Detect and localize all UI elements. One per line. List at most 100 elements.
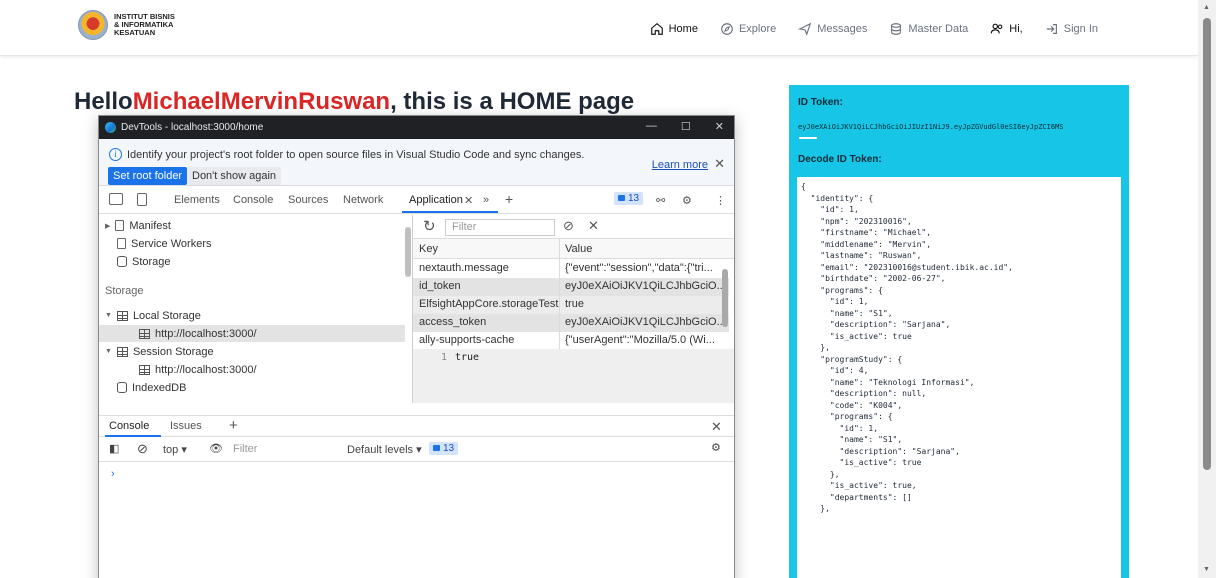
delete-selected-icon[interactable]: ✕	[588, 218, 599, 234]
table-row[interactable]: nextauth.message {"event":"session","dat…	[413, 260, 729, 278]
nav-menu: Home Explore Messages Master Data Hi, Si…	[650, 22, 1098, 36]
tab-application-close-icon[interactable]: ✕	[464, 194, 473, 207]
clear-all-icon[interactable]: ⊘	[563, 218, 574, 234]
clear-console-icon[interactable]: ⊘	[137, 441, 148, 457]
infobar-close-icon[interactable]: ✕	[714, 156, 725, 172]
tab-application[interactable]: Application	[409, 194, 463, 206]
column-value-header[interactable]: Value	[565, 243, 592, 255]
drawer-tabbar: Console Issues + ✕	[99, 415, 734, 437]
more-tabs-icon[interactable]: »	[483, 194, 489, 206]
drawer-add-tab-icon[interactable]: +	[229, 417, 238, 434]
nav-sign-in-label: Sign In	[1063, 23, 1098, 35]
tree-item-storage[interactable]: Storage	[117, 253, 171, 270]
tree-item-session-storage[interactable]: ▼ Session Storage	[105, 343, 214, 360]
table-scrollbar[interactable]	[722, 269, 728, 327]
refresh-icon[interactable]: ↻	[423, 217, 436, 235]
page-title: HelloMichaelMervinRuswan, this is a HOME…	[74, 88, 634, 116]
collapse-arrow-icon[interactable]: ▼	[105, 312, 112, 319]
brand-name: INSTITUT BISNIS & INFORMATIKA KESATUAN	[114, 13, 175, 37]
brand-logo[interactable]: INSTITUT BISNIS & INFORMATIKA KESATUAN	[78, 10, 175, 40]
drawer-tab-issues[interactable]: Issues	[170, 420, 202, 432]
drawer-close-icon[interactable]: ✕	[711, 419, 722, 435]
heading-suffix: , this is a HOME page	[390, 88, 635, 115]
console-filter-input[interactable]: Filter	[233, 443, 257, 455]
application-sidebar: ▶ Manifest Service Workers Storage Stora…	[99, 215, 413, 403]
log-levels-dropdown[interactable]: Default levels ▾	[347, 443, 422, 456]
expand-arrow-icon[interactable]: ▶	[105, 222, 110, 230]
application-panel: ▶ Manifest Service Workers Storage Stora…	[99, 215, 734, 403]
storage-filter-input[interactable]: Filter	[445, 219, 555, 236]
console-prompt-icon[interactable]: ›	[111, 468, 115, 480]
inspect-element-icon[interactable]	[109, 193, 123, 205]
infobar-text: Identify your project's root folder to o…	[127, 148, 585, 161]
maximize-icon[interactable]: ☐	[681, 120, 691, 133]
row-key: access_token	[419, 316, 487, 328]
nav-home[interactable]: Home	[650, 22, 698, 36]
remote-devices-icon[interactable]: ⚯	[656, 194, 665, 207]
storage-table-header: Key Value	[413, 239, 734, 259]
tree-label-indexeddb: IndexedDB	[132, 381, 187, 394]
token-scroll-indicator	[799, 137, 817, 139]
page-scrollbar[interactable]: ▲ ▼	[1198, 0, 1216, 578]
console-settings-icon[interactable]: ⚙	[711, 441, 721, 454]
tab-console[interactable]: Console	[233, 194, 273, 206]
tree-label-service-workers: Service Workers	[131, 237, 212, 250]
drawer-tab-console[interactable]: Console	[109, 420, 149, 432]
decoded-token-json: { "identity": { "id": 1, "npm": "2023100…	[801, 182, 1013, 513]
tree-item-service-workers[interactable]: Service Workers	[117, 235, 211, 252]
tree-label-local-origin: http://localhost:3000/	[155, 327, 257, 340]
tab-elements[interactable]: Elements	[174, 194, 220, 206]
column-resizer[interactable]	[559, 239, 560, 351]
scroll-up-icon[interactable]: ▲	[1203, 4, 1210, 11]
table-row[interactable]: ally-supports-cache {"userAgent":"Mozill…	[413, 332, 729, 350]
scroll-down-icon[interactable]: ▼	[1203, 566, 1210, 573]
learn-more-link[interactable]: Learn more	[652, 159, 708, 171]
document-icon	[115, 220, 125, 231]
live-expression-icon[interactable]: 👁	[209, 442, 223, 455]
collapse-arrow-icon[interactable]: ▼	[105, 348, 112, 355]
table-row[interactable]: access_token eyJ0eXAiOiJKV1QiLCJhbGciO..…	[413, 314, 729, 332]
settings-gear-icon[interactable]: ⚙	[682, 194, 692, 207]
page-scroll-thumb[interactable]	[1203, 18, 1211, 470]
tree-label-manifest: Manifest	[129, 219, 171, 232]
context-selector[interactable]: top ▾	[163, 443, 187, 456]
table-row[interactable]: ElfsightAppCore.storageTest true	[413, 296, 729, 314]
nav-user[interactable]: Hi,	[990, 22, 1023, 36]
nav-sign-in[interactable]: Sign In	[1045, 22, 1098, 36]
console-issues-badge[interactable]: 13	[429, 442, 459, 455]
tree-item-session-origin[interactable]: http://localhost:3000/	[139, 361, 257, 378]
console-toolbar: ◧ ⊘ top ▾ 👁 Filter Default levels ▾ 13 ⚙	[99, 437, 734, 462]
heading-username: MichaelMervinRuswan	[132, 88, 391, 115]
tree-item-local-storage[interactable]: ▼ Local Storage	[105, 307, 201, 324]
table-row[interactable]: id_token eyJ0eXAiOiJKV1QiLCJhbGciO...	[413, 278, 729, 296]
tree-item-manifest[interactable]: ▶ Manifest	[105, 217, 171, 234]
table-icon	[116, 310, 128, 321]
edge-browser-icon	[105, 122, 116, 133]
nav-home-label: Home	[668, 23, 698, 35]
table-icon	[116, 346, 128, 357]
new-tab-icon[interactable]: +	[505, 191, 513, 207]
tab-network[interactable]: Network	[343, 194, 383, 206]
sidebar-toggle-icon[interactable]: ◧	[109, 442, 119, 455]
set-root-folder-button[interactable]: Set root folder	[108, 167, 188, 185]
dont-show-again-button[interactable]: Don't show again	[187, 167, 282, 185]
issues-badge[interactable]: 13	[614, 192, 644, 205]
compass-icon	[721, 23, 733, 35]
nav-explore[interactable]: Explore	[720, 22, 776, 36]
sidebar-scrollbar[interactable]	[405, 227, 411, 277]
tree-item-indexeddb[interactable]: IndexedDB	[117, 379, 186, 396]
minimize-icon[interactable]: —	[646, 120, 657, 133]
devtools-titlebar[interactable]: DevTools - localhost:3000/home — ☐ ✕	[99, 116, 734, 139]
tree-item-local-origin[interactable]: http://localhost:3000/	[99, 325, 405, 342]
more-options-icon[interactable]: ⋮	[715, 194, 726, 207]
close-icon[interactable]: ✕	[715, 120, 724, 133]
nav-master-data[interactable]: Master Data	[889, 22, 968, 36]
home-icon	[650, 23, 663, 35]
active-tab-indicator	[402, 211, 498, 213]
log-levels-label: Default levels	[347, 444, 414, 456]
nav-messages[interactable]: Messages	[798, 22, 867, 36]
column-key-header[interactable]: Key	[419, 243, 438, 255]
gear-file-icon	[117, 238, 126, 249]
tab-sources[interactable]: Sources	[288, 194, 328, 206]
device-toolbar-icon[interactable]	[137, 193, 147, 206]
